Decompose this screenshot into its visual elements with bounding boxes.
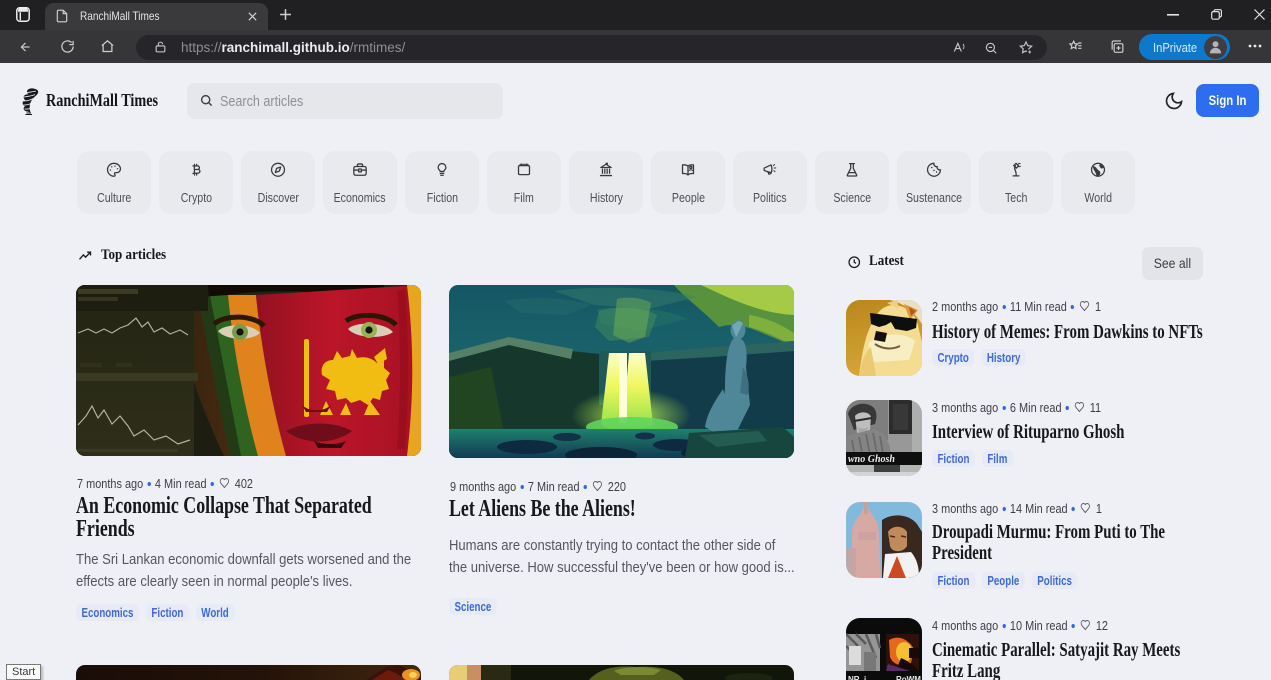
svg-text:RoWM: RoWM xyxy=(896,675,921,680)
svg-text:NR..i: NR..i xyxy=(848,675,866,680)
svg-text:wno Ghosh: wno Ghosh xyxy=(848,454,895,465)
